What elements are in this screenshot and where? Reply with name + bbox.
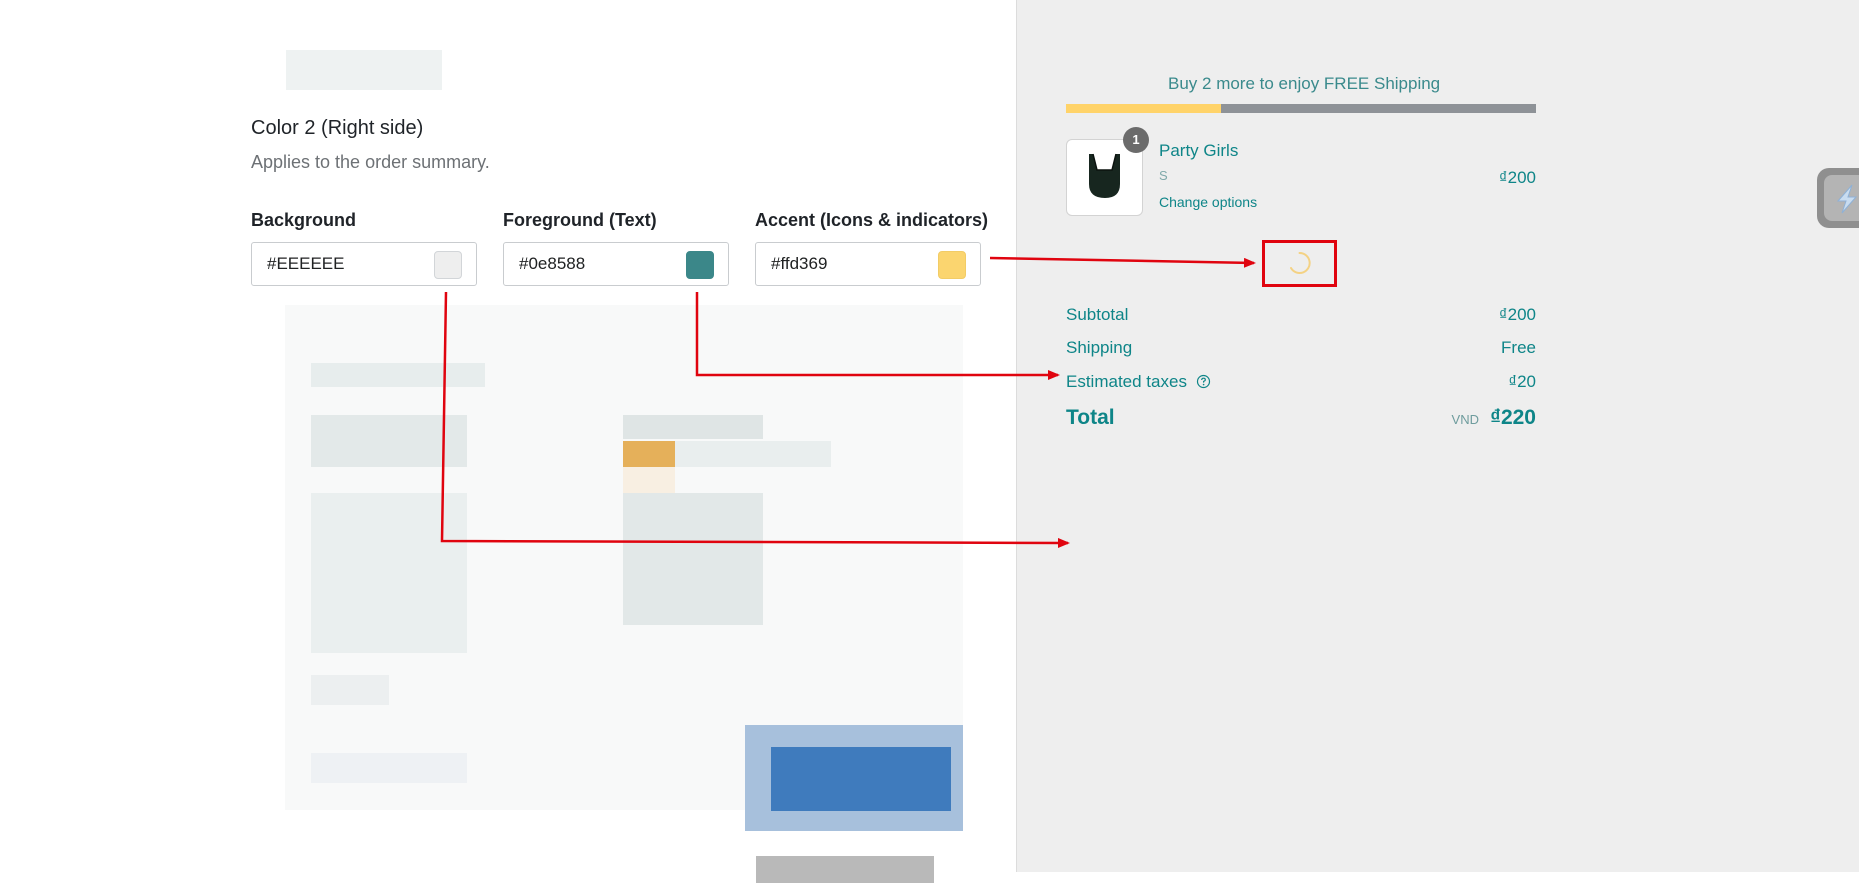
product-name: Party Girls	[1159, 141, 1239, 160]
foreground-color-field: Foreground (Text)	[503, 210, 729, 286]
accent-label: Accent (Icons & indicators)	[755, 210, 989, 230]
foreground-input[interactable]	[519, 254, 659, 274]
lightning-icon	[1836, 184, 1858, 214]
spinner-icon	[1290, 251, 1311, 274]
total-label: Total	[1066, 406, 1115, 429]
product-variant: S	[1159, 168, 1168, 183]
shipping-progress-fill	[1066, 104, 1222, 113]
background-label: Background	[251, 210, 357, 230]
taxes-value: ₫20	[1508, 372, 1536, 391]
redacted-logo	[286, 50, 442, 90]
shipping-progress-bar	[1066, 104, 1536, 113]
loading-highlight-box	[1262, 240, 1337, 287]
change-options-link[interactable]: Change options	[1159, 194, 1257, 210]
question-circle-icon[interactable]	[1196, 374, 1211, 389]
shipping-message: Buy 2 more to enjoy FREE Shipping	[1168, 74, 1441, 93]
side-widget-tab[interactable]	[1817, 168, 1859, 228]
side-widget-inner	[1824, 175, 1859, 221]
product-price: ₫200	[1498, 168, 1536, 187]
foreground-swatch[interactable]	[686, 251, 714, 279]
foreground-input-box[interactable]	[503, 242, 729, 286]
shipping-label: Shipping	[1066, 338, 1133, 357]
quantity-badge: 1	[1123, 127, 1149, 153]
panel-footer-gap	[1016, 872, 1859, 883]
subtotal-label: Subtotal	[1066, 305, 1129, 324]
subtotal-value: ₫200	[1498, 305, 1536, 324]
total-currency: VND	[1451, 412, 1479, 427]
taxes-label-text: Estimated taxes	[1066, 372, 1187, 391]
total-value: ₫220	[1490, 406, 1536, 429]
accent-input-box[interactable]	[755, 242, 981, 286]
section-title: Color 2 (Right side)	[251, 117, 424, 139]
background-color-field: Background	[251, 210, 477, 286]
shipping-value: Free	[1501, 338, 1536, 357]
foreground-label: Foreground (Text)	[503, 210, 657, 230]
redacted-footer-bar	[756, 856, 934, 883]
background-input-box[interactable]	[251, 242, 477, 286]
section-subtitle: Applies to the order summary.	[251, 152, 490, 172]
accent-input[interactable]	[771, 254, 911, 274]
background-swatch[interactable]	[434, 251, 462, 279]
background-input[interactable]	[267, 254, 407, 274]
accent-swatch[interactable]	[938, 251, 966, 279]
redacted-preview	[285, 305, 963, 831]
accent-color-field: Accent (Icons & indicators)	[755, 210, 989, 286]
taxes-label: Estimated taxes	[1066, 372, 1211, 392]
settings-panel: Color 2 (Right side) Applies to the orde…	[0, 0, 1016, 883]
